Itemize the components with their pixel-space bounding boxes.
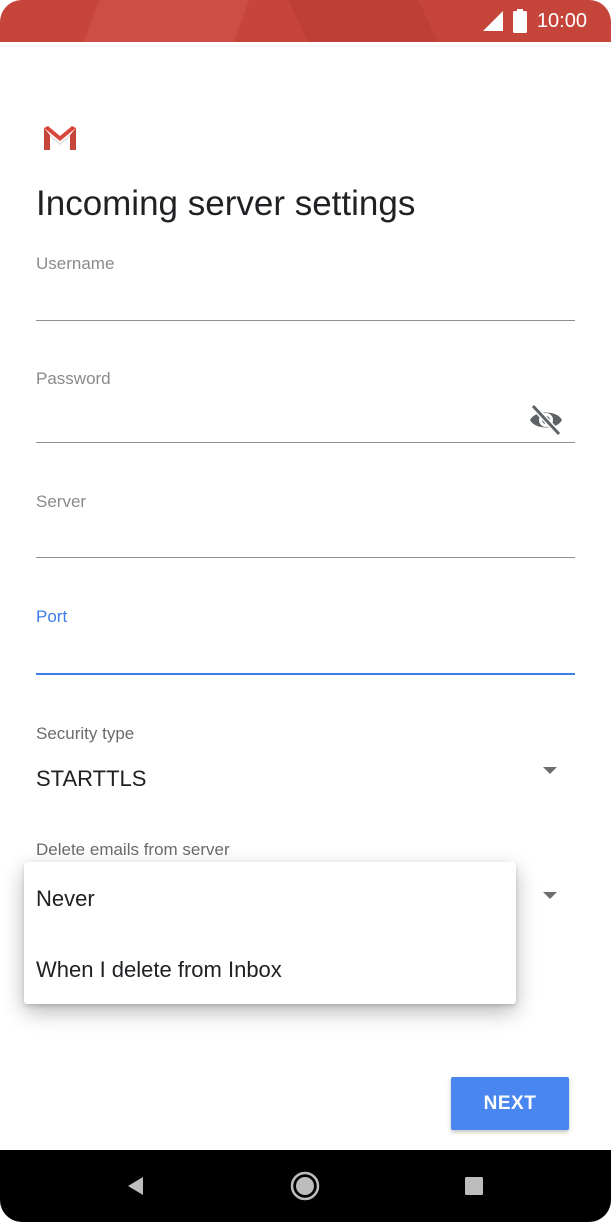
recents-icon [465, 1177, 483, 1195]
security-type-select[interactable]: STARTTLS [36, 766, 146, 792]
username-label: Username [36, 254, 115, 273]
dropdown-option-never[interactable]: Never [36, 886, 95, 912]
server-underline [36, 557, 575, 558]
status-time: 10:00 [536, 9, 587, 32]
back-button[interactable] [118, 1168, 154, 1204]
home-icon [290, 1171, 320, 1201]
gmail-logo [42, 126, 78, 150]
battery-icon [512, 9, 527, 33]
back-icon [128, 1177, 143, 1195]
delete-emails-label: Delete emails from server [36, 840, 230, 859]
status-icons: 10:00 [482, 8, 587, 34]
delete-emails-dropdown-menu: Never When I delete from Inbox [24, 862, 516, 1004]
page-title: Incoming server settings [36, 184, 416, 223]
port-label: Port [36, 607, 68, 626]
visibility-off-icon[interactable] [527, 403, 565, 437]
password-input[interactable] [36, 404, 516, 434]
signal-icon [482, 11, 503, 31]
dropdown-option-when-delete-from-inbox[interactable]: When I delete from Inbox [36, 957, 282, 983]
server-label: Server [36, 492, 87, 511]
status-bar-decoration [283, 0, 447, 42]
status-bar-decoration [77, 0, 253, 42]
username-input[interactable] [36, 284, 516, 314]
status-bar: 10:00 [0, 0, 611, 42]
server-input[interactable] [36, 522, 516, 552]
security-type-label: Security type [36, 724, 135, 743]
dropdown-arrow-icon[interactable] [543, 892, 557, 899]
port-underline [36, 673, 575, 675]
password-label: Password [36, 369, 111, 388]
home-button[interactable] [287, 1168, 323, 1204]
next-button[interactable]: NEXT [451, 1077, 569, 1130]
recents-button[interactable] [456, 1168, 492, 1204]
username-underline [36, 320, 575, 321]
dropdown-arrow-icon[interactable] [543, 767, 557, 774]
navigation-bar [0, 1150, 611, 1222]
port-input[interactable] [36, 638, 516, 668]
password-underline [36, 442, 575, 443]
